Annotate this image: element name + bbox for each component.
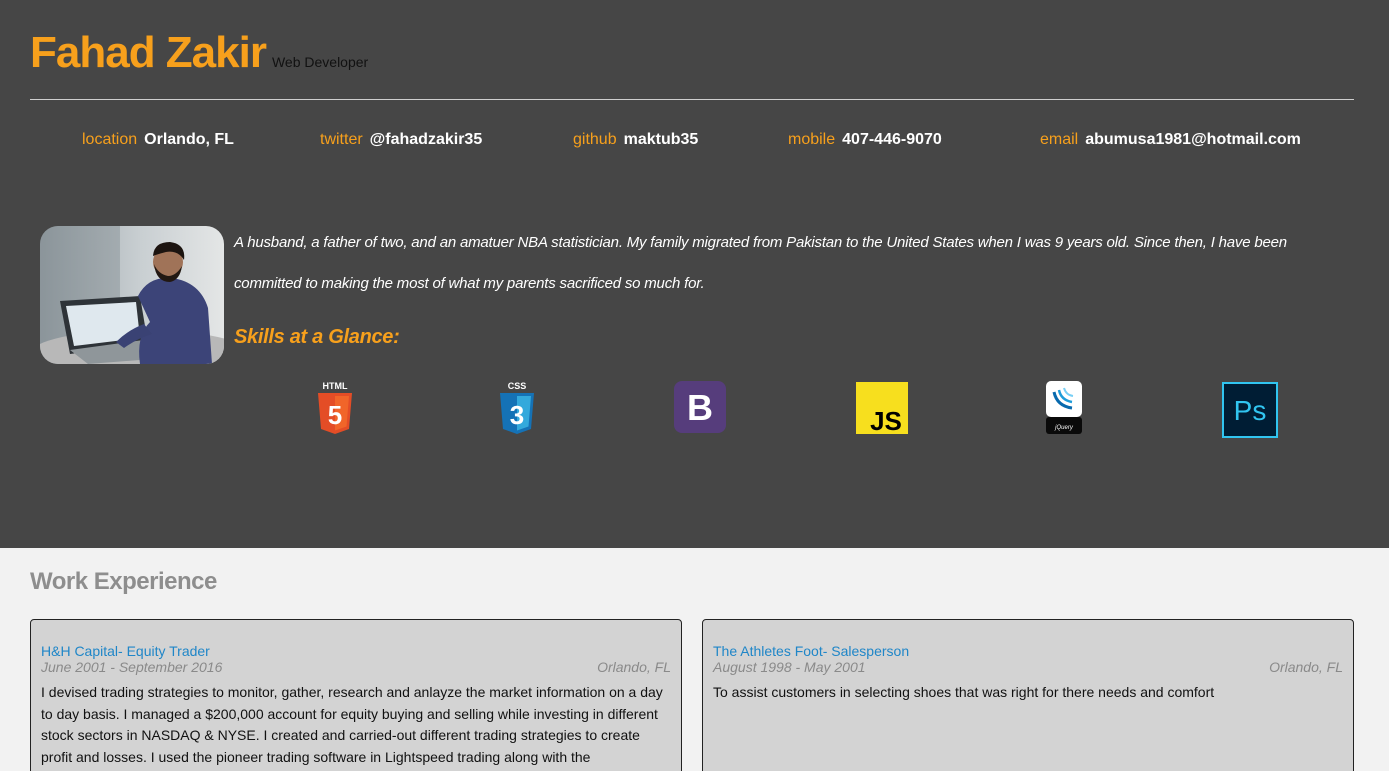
job-dates: August 1998 - May 2001 [713,659,866,675]
contact-value[interactable]: abumusa1981@hotmail.com [1085,131,1301,148]
bootstrap-icon: B [674,381,726,438]
hero-section: Fahad Zakir Web Developer location Orland… [0,0,1389,548]
job-description: I devised trading strategies to monitor,… [41,684,663,765]
css3-icon-glyph: 3 [510,400,524,430]
contact-label: github [573,131,617,148]
header-divider [30,99,1354,100]
name-row: Fahad Zakir Web Developer [30,28,368,78]
contact-location: location Orlando, FL [82,131,234,149]
html5-icon-glyph: 5 [328,400,342,430]
job-title-link[interactable]: H&H Capital- Equity Trader [41,643,671,659]
photoshop-icon: Ps [1222,382,1278,443]
contact-email[interactable]: email abumusa1981@hotmail.com [1040,131,1301,149]
job-meta: June 2001 - September 2016 Orlando, FL [41,659,671,677]
job-role: Web Developer [271,54,369,70]
contact-label: email [1040,131,1079,148]
contact-value[interactable]: maktub35 [624,131,699,148]
css3-icon: CSS 3 [498,380,536,441]
job-card: The Athletes Foot- Salesperson August 19… [702,619,1354,771]
contact-value: Orlando, FL [144,131,234,148]
contact-label: mobile [788,131,836,148]
jquery-icon: jQuery [1045,380,1083,441]
job-card: H&H Capital- Equity Trader June 2001 - S… [30,619,682,771]
contact-twitter[interactable]: twitter @fahadzakir35 [320,131,482,149]
job-title-link[interactable]: The Athletes Foot- Salesperson [713,643,1343,659]
css3-icon-label: CSS [508,381,527,391]
javascript-icon-glyph: JS [870,406,902,434]
bio-text: A husband, a father of two, and an amatu… [234,234,1287,292]
job-meta: August 1998 - May 2001 Orlando, FL [713,659,1343,677]
contact-value[interactable]: @fahadzakir35 [370,131,483,148]
jquery-icon-label: jQuery [1054,425,1074,431]
html5-icon-label: HTML [323,381,348,391]
contact-mobile[interactable]: mobile 407-446-9070 [788,131,942,149]
javascript-icon: JS [856,382,908,439]
profile-photo [40,226,224,364]
bootstrap-icon-glyph: B [687,387,713,428]
job-dates: June 2001 - September 2016 [41,659,223,675]
contact-value[interactable]: 407-446-9070 [842,131,942,148]
job-description: To assist customers in selecting shoes t… [713,684,1215,700]
contact-github[interactable]: github maktub35 [573,131,698,149]
photoshop-icon-glyph: Ps [1234,395,1267,426]
contact-label: twitter [320,131,363,148]
page-title: Fahad Zakir [30,28,267,77]
job-location: Orlando, FL [1269,659,1343,675]
job-location: Orlando, FL [597,659,671,675]
work-experience-heading: Work Experience [30,568,217,595]
contact-bar: location Orlando, FL twitter @fahadzakir35… [0,131,1389,153]
skills-heading: Skills at a Glance: [234,326,400,348]
html5-icon: HTML 5 [316,380,354,441]
work-experience-section: Work Experience H&H Capital- Equity Trad… [0,548,1389,771]
contact-label: location [82,131,138,148]
